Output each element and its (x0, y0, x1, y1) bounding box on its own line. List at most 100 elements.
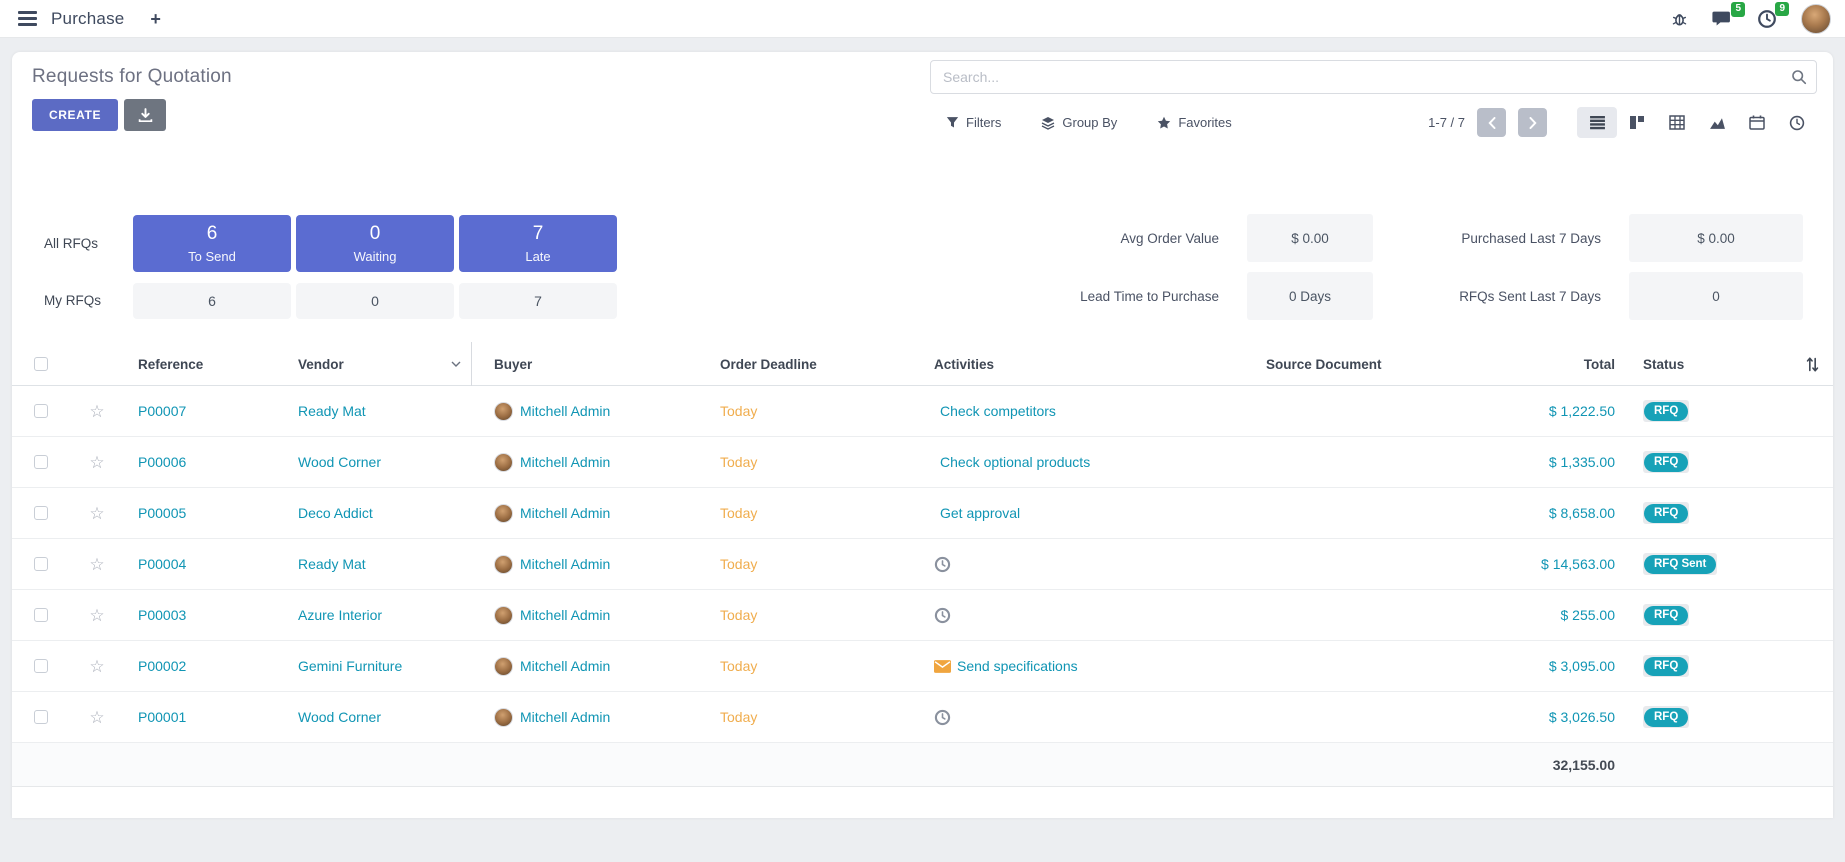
view-switch-kanban[interactable] (1617, 107, 1657, 138)
table-row[interactable]: ☆ P00003 Azure Interior Mitchell Admin T… (12, 590, 1833, 641)
vendor-link[interactable]: Wood Corner (298, 454, 381, 470)
activity-button[interactable]: Check competitors (934, 403, 1242, 419)
export-button[interactable] (124, 99, 166, 131)
column-header-buyer[interactable]: Buyer (472, 357, 692, 372)
apps-menu-icon[interactable] (18, 11, 37, 26)
tile-to-send[interactable]: 6 To Send (133, 215, 291, 272)
column-header-reference[interactable]: Reference (124, 357, 284, 372)
favorite-star-icon[interactable]: ☆ (89, 556, 104, 573)
filters-button[interactable]: Filters (946, 115, 1001, 130)
pager-previous-button[interactable] (1477, 108, 1506, 137)
app-name[interactable]: Purchase (51, 9, 124, 29)
activity-button[interactable]: Send specifications (934, 658, 1242, 674)
search-icon[interactable] (1791, 69, 1807, 85)
kpi-value-avg-order[interactable]: $ 0.00 (1247, 214, 1373, 262)
table-row[interactable]: ☆ P00005 Deco Addict Mitchell Admin Toda… (12, 488, 1833, 539)
buyer-link[interactable]: Mitchell Admin (520, 454, 610, 470)
buyer-link[interactable]: Mitchell Admin (520, 658, 610, 674)
table-row[interactable]: ☆ P00006 Wood Corner Mitchell Admin Toda… (12, 437, 1833, 488)
kpi-value-purchased-7d[interactable]: $ 0.00 (1629, 214, 1803, 262)
pager-next-button[interactable] (1518, 108, 1547, 137)
reference-link[interactable]: P00007 (138, 403, 186, 419)
vendor-link[interactable]: Ready Mat (298, 556, 366, 572)
vendor-link[interactable]: Azure Interior (298, 607, 382, 623)
reference-link[interactable]: P00006 (138, 454, 186, 470)
debug-bug-icon[interactable] (1671, 10, 1688, 27)
messages-icon[interactable]: 5 (1712, 9, 1733, 28)
favorite-star-icon[interactable]: ☆ (89, 658, 104, 675)
activity-button[interactable] (934, 709, 1242, 726)
activity-button[interactable]: Check optional products (934, 454, 1242, 470)
activities-badge: 9 (1775, 2, 1789, 17)
vendor-link[interactable]: Wood Corner (298, 709, 381, 725)
order-deadline-text: Today (720, 454, 757, 470)
my-tile-late[interactable]: 7 (459, 283, 617, 319)
select-all-checkbox[interactable] (34, 357, 48, 371)
column-header-total[interactable]: Total (1457, 357, 1627, 372)
buyer-link[interactable]: Mitchell Admin (520, 709, 610, 725)
buyer-avatar (494, 453, 513, 472)
my-tile-to-send[interactable]: 6 (133, 283, 291, 319)
group-by-button[interactable]: Group By (1041, 115, 1117, 130)
status-badge: RFQ (1643, 502, 1689, 524)
buyer-link[interactable]: Mitchell Admin (520, 505, 610, 521)
vendor-link[interactable]: Ready Mat (298, 403, 366, 419)
row-checkbox[interactable] (34, 455, 48, 469)
my-tile-waiting[interactable]: 0 (296, 283, 454, 319)
tile-waiting[interactable]: 0 Waiting (296, 215, 454, 272)
order-deadline-text: Today (720, 556, 757, 572)
activity-button[interactable] (934, 607, 1242, 624)
row-checkbox[interactable] (34, 557, 48, 571)
table-row[interactable]: ☆ P00002 Gemini Furniture Mitchell Admin… (12, 641, 1833, 692)
favorites-star-icon (1157, 116, 1171, 130)
favorite-star-icon[interactable]: ☆ (89, 454, 104, 471)
optional-columns-button[interactable] (1805, 357, 1820, 372)
tile-late[interactable]: 7 Late (459, 215, 617, 272)
status-badge: RFQ (1643, 400, 1689, 422)
favorite-star-icon[interactable]: ☆ (89, 709, 104, 726)
favorite-star-icon[interactable]: ☆ (89, 505, 104, 522)
favorite-star-icon[interactable]: ☆ (89, 607, 104, 624)
buyer-link[interactable]: Mitchell Admin (520, 403, 610, 419)
kanban-view-icon (1629, 115, 1645, 130)
row-checkbox[interactable] (34, 710, 48, 724)
reference-link[interactable]: P00004 (138, 556, 186, 572)
activity-button[interactable] (934, 556, 1242, 573)
row-checkbox[interactable] (34, 659, 48, 673)
activity-button[interactable]: Get approval (934, 505, 1242, 521)
table-row[interactable]: ☆ P00004 Ready Mat Mitchell Admin Today … (12, 539, 1833, 590)
view-switch-activity[interactable] (1777, 107, 1817, 138)
activities-icon[interactable]: 9 (1757, 9, 1777, 29)
column-header-deadline[interactable]: Order Deadline (692, 357, 902, 372)
table-row[interactable]: ☆ P00007 Ready Mat Mitchell Admin Today … (12, 386, 1833, 437)
vendor-link[interactable]: Deco Addict (298, 505, 373, 521)
column-header-activities[interactable]: Activities (902, 357, 1242, 372)
table-row[interactable]: ☆ P00001 Wood Corner Mitchell Admin Toda… (12, 692, 1833, 743)
row-checkbox[interactable] (34, 404, 48, 418)
column-header-status[interactable]: Status (1627, 357, 1792, 372)
reference-link[interactable]: P00001 (138, 709, 186, 725)
column-header-vendor[interactable]: Vendor (284, 342, 472, 386)
vendor-link[interactable]: Gemini Furniture (298, 658, 402, 674)
kpi-value-lead-time[interactable]: 0 Days (1247, 272, 1373, 320)
search-input[interactable] (930, 60, 1817, 94)
reference-link[interactable]: P00003 (138, 607, 186, 623)
row-checkbox[interactable] (34, 608, 48, 622)
view-switch-pivot[interactable] (1657, 107, 1697, 138)
row-checkbox[interactable] (34, 506, 48, 520)
column-header-source[interactable]: Source Document (1242, 357, 1457, 372)
create-button[interactable]: CREATE (32, 99, 118, 131)
buyer-link[interactable]: Mitchell Admin (520, 607, 610, 623)
kpi-value-rfqs-sent-7d[interactable]: 0 (1629, 272, 1803, 320)
reference-link[interactable]: P00002 (138, 658, 186, 674)
buyer-link[interactable]: Mitchell Admin (520, 556, 610, 572)
view-switch-list[interactable] (1577, 107, 1617, 138)
favorite-star-icon[interactable]: ☆ (89, 403, 104, 420)
view-switch-graph[interactable] (1697, 107, 1737, 138)
new-tab-icon[interactable]: + (150, 10, 161, 28)
reference-link[interactable]: P00005 (138, 505, 186, 521)
favorites-button[interactable]: Favorites (1157, 115, 1231, 130)
total-text: $ 255.00 (1561, 607, 1616, 623)
view-switch-calendar[interactable] (1737, 107, 1777, 138)
user-avatar[interactable] (1801, 4, 1831, 34)
